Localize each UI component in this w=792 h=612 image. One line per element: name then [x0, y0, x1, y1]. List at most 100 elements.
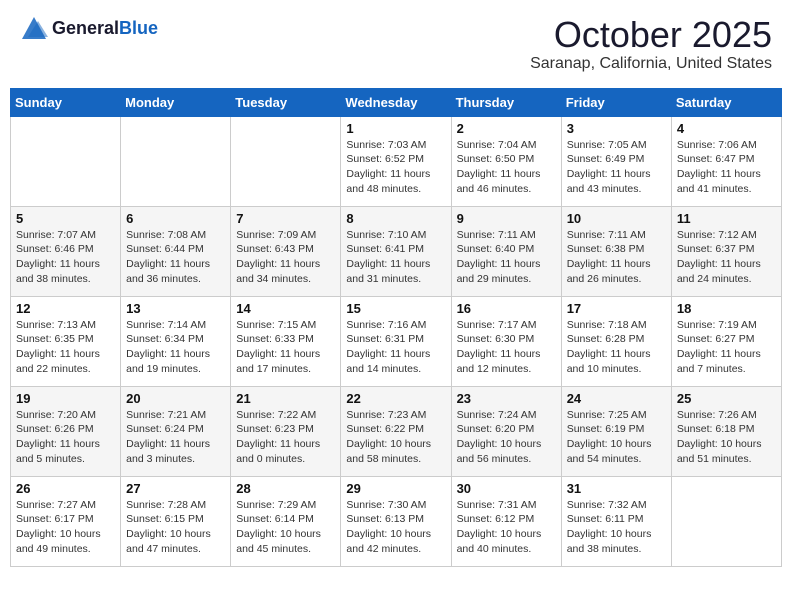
calendar-table: SundayMondayTuesdayWednesdayThursdayFrid… [10, 88, 782, 567]
calendar-day-cell [671, 476, 781, 566]
day-info: Sunrise: 7:11 AMSunset: 6:38 PMDaylight:… [567, 228, 666, 287]
day-number: 2 [457, 121, 556, 136]
calendar-day-cell: 4Sunrise: 7:06 AMSunset: 6:47 PMDaylight… [671, 116, 781, 206]
calendar-week-row: 1 Sunrise: 7:03 AMSunset: 6:52 PMDaylight… [11, 116, 782, 206]
day-info: Sunrise: 7:30 AMSunset: 6:13 PMDaylight:… [346, 498, 445, 557]
day-number: 26 [16, 481, 115, 496]
day-number: 17 [567, 301, 666, 316]
day-info: Sunrise: 7:11 AMSunset: 6:40 PMDaylight:… [457, 228, 556, 287]
day-info: Sunrise: 7:05 AMSunset: 6:49 PMDaylight:… [567, 138, 666, 197]
day-info: Sunrise: 7:25 AMSunset: 6:19 PMDaylight:… [567, 408, 666, 467]
day-number: 25 [677, 391, 776, 406]
day-info: Sunrise: 7:27 AMSunset: 6:17 PMDaylight:… [16, 498, 115, 557]
day-info: Sunrise: 7:24 AMSunset: 6:20 PMDaylight:… [457, 408, 556, 467]
page-header: GeneralBlue October 2025 Saranap, Califo… [10, 10, 782, 78]
day-info: Sunrise: 7:29 AMSunset: 6:14 PMDaylight:… [236, 498, 335, 557]
day-number: 16 [457, 301, 556, 316]
day-number: 4 [677, 121, 776, 136]
calendar-day-cell: 27 Sunrise: 7:28 AMSunset: 6:15 PMDayligh… [121, 476, 231, 566]
day-number: 12 [16, 301, 115, 316]
weekday-header-cell: Saturday [671, 88, 781, 116]
calendar-day-cell: 15Sunrise: 7:16 AMSunset: 6:31 PMDayligh… [341, 296, 451, 386]
calendar-day-cell: 12 Sunrise: 7:13 AMSunset: 6:35 PMDayligh… [11, 296, 121, 386]
month-title: October 2025 [530, 15, 772, 55]
day-number: 23 [457, 391, 556, 406]
day-number: 8 [346, 211, 445, 226]
day-number: 1 [346, 121, 445, 136]
day-info: Sunrise: 7:20 AMSunset: 6:26 PMDaylight:… [16, 408, 115, 467]
day-info: Sunrise: 7:12 AMSunset: 6:37 PMDaylight:… [677, 228, 776, 287]
calendar-day-cell: 30Sunrise: 7:31 AMSunset: 6:12 PMDayligh… [451, 476, 561, 566]
day-number: 7 [236, 211, 335, 226]
weekday-header-row: SundayMondayTuesdayWednesdayThursdayFrid… [11, 88, 782, 116]
day-number: 30 [457, 481, 556, 496]
day-number: 11 [677, 211, 776, 226]
day-info: Sunrise: 7:17 AMSunset: 6:30 PMDaylight:… [457, 318, 556, 377]
day-info: Sunrise: 7:26 AMSunset: 6:18 PMDaylight:… [677, 408, 776, 467]
day-number: 18 [677, 301, 776, 316]
calendar-day-cell: 26 Sunrise: 7:27 AMSunset: 6:17 PMDayligh… [11, 476, 121, 566]
calendar-day-cell: 10 Sunrise: 7:11 AMSunset: 6:38 PMDayligh… [561, 206, 671, 296]
logo-icon [20, 15, 48, 43]
logo-general-text: GeneralBlue [52, 19, 158, 39]
day-number: 20 [126, 391, 225, 406]
day-number: 24 [567, 391, 666, 406]
calendar-day-cell: 1 Sunrise: 7:03 AMSunset: 6:52 PMDaylight… [341, 116, 451, 206]
calendar-day-cell: 19Sunrise: 7:20 AMSunset: 6:26 PMDayligh… [11, 386, 121, 476]
calendar-day-cell: 23 Sunrise: 7:24 AMSunset: 6:20 PMDayligh… [451, 386, 561, 476]
day-number: 27 [126, 481, 225, 496]
title-area: October 2025 Saranap, California, United… [530, 15, 772, 73]
calendar-week-row: 26 Sunrise: 7:27 AMSunset: 6:17 PMDayligh… [11, 476, 782, 566]
day-info: Sunrise: 7:04 AMSunset: 6:50 PMDaylight:… [457, 138, 556, 197]
weekday-header-cell: Sunday [11, 88, 121, 116]
day-info: Sunrise: 7:13 AMSunset: 6:35 PMDaylight:… [16, 318, 115, 377]
calendar-day-cell: 18 Sunrise: 7:19 AMSunset: 6:27 PMDayligh… [671, 296, 781, 386]
calendar-day-cell: 20Sunrise: 7:21 AMSunset: 6:24 PMDayligh… [121, 386, 231, 476]
day-number: 10 [567, 211, 666, 226]
calendar-day-cell: 28Sunrise: 7:29 AMSunset: 6:14 PMDayligh… [231, 476, 341, 566]
calendar-day-cell: 2 Sunrise: 7:04 AMSunset: 6:50 PMDaylight… [451, 116, 561, 206]
day-number: 31 [567, 481, 666, 496]
calendar-day-cell: 6 Sunrise: 7:08 AMSunset: 6:44 PMDaylight… [121, 206, 231, 296]
day-info: Sunrise: 7:09 AMSunset: 6:43 PMDaylight:… [236, 228, 335, 287]
day-number: 3 [567, 121, 666, 136]
day-info: Sunrise: 7:08 AMSunset: 6:44 PMDaylight:… [126, 228, 225, 287]
calendar-day-cell: 24 Sunrise: 7:25 AMSunset: 6:19 PMDayligh… [561, 386, 671, 476]
weekday-header-cell: Monday [121, 88, 231, 116]
logo: GeneralBlue [20, 15, 158, 43]
calendar-day-cell: 5 Sunrise: 7:07 AMSunset: 6:46 PMDaylight… [11, 206, 121, 296]
day-number: 22 [346, 391, 445, 406]
calendar-day-cell: 17Sunrise: 7:18 AMSunset: 6:28 PMDayligh… [561, 296, 671, 386]
weekday-header-cell: Tuesday [231, 88, 341, 116]
day-info: Sunrise: 7:03 AMSunset: 6:52 PMDaylight:… [346, 138, 445, 197]
calendar-day-cell [121, 116, 231, 206]
day-info: Sunrise: 7:22 AMSunset: 6:23 PMDaylight:… [236, 408, 335, 467]
day-info: Sunrise: 7:28 AMSunset: 6:15 PMDaylight:… [126, 498, 225, 557]
calendar-day-cell [231, 116, 341, 206]
calendar-day-cell: 31Sunrise: 7:32 AMSunset: 6:11 PMDayligh… [561, 476, 671, 566]
day-info: Sunrise: 7:19 AMSunset: 6:27 PMDaylight:… [677, 318, 776, 377]
calendar-day-cell: 22 Sunrise: 7:23 AMSunset: 6:22 PMDayligh… [341, 386, 451, 476]
calendar-day-cell: 3 Sunrise: 7:05 AMSunset: 6:49 PMDaylight… [561, 116, 671, 206]
calendar-day-cell: 29Sunrise: 7:30 AMSunset: 6:13 PMDayligh… [341, 476, 451, 566]
weekday-header-cell: Thursday [451, 88, 561, 116]
day-info: Sunrise: 7:15 AMSunset: 6:33 PMDaylight:… [236, 318, 335, 377]
calendar-day-cell: 9 Sunrise: 7:11 AMSunset: 6:40 PMDaylight… [451, 206, 561, 296]
day-number: 9 [457, 211, 556, 226]
day-number: 14 [236, 301, 335, 316]
calendar-week-row: 12 Sunrise: 7:13 AMSunset: 6:35 PMDayligh… [11, 296, 782, 386]
calendar-day-cell: 11 Sunrise: 7:12 AMSunset: 6:37 PMDayligh… [671, 206, 781, 296]
day-number: 21 [236, 391, 335, 406]
day-info: Sunrise: 7:14 AMSunset: 6:34 PMDaylight:… [126, 318, 225, 377]
calendar-week-row: 5 Sunrise: 7:07 AMSunset: 6:46 PMDaylight… [11, 206, 782, 296]
calendar-day-cell: 7 Sunrise: 7:09 AMSunset: 6:43 PMDaylight… [231, 206, 341, 296]
day-info: Sunrise: 7:23 AMSunset: 6:22 PMDaylight:… [346, 408, 445, 467]
day-number: 15 [346, 301, 445, 316]
calendar-body: 1 Sunrise: 7:03 AMSunset: 6:52 PMDaylight… [11, 116, 782, 566]
calendar-day-cell: 8 Sunrise: 7:10 AMSunset: 6:41 PMDaylight… [341, 206, 451, 296]
day-info: Sunrise: 7:07 AMSunset: 6:46 PMDaylight:… [16, 228, 115, 287]
day-number: 5 [16, 211, 115, 226]
day-info: Sunrise: 7:10 AMSunset: 6:41 PMDaylight:… [346, 228, 445, 287]
location-title: Saranap, California, United States [530, 55, 772, 73]
day-number: 6 [126, 211, 225, 226]
